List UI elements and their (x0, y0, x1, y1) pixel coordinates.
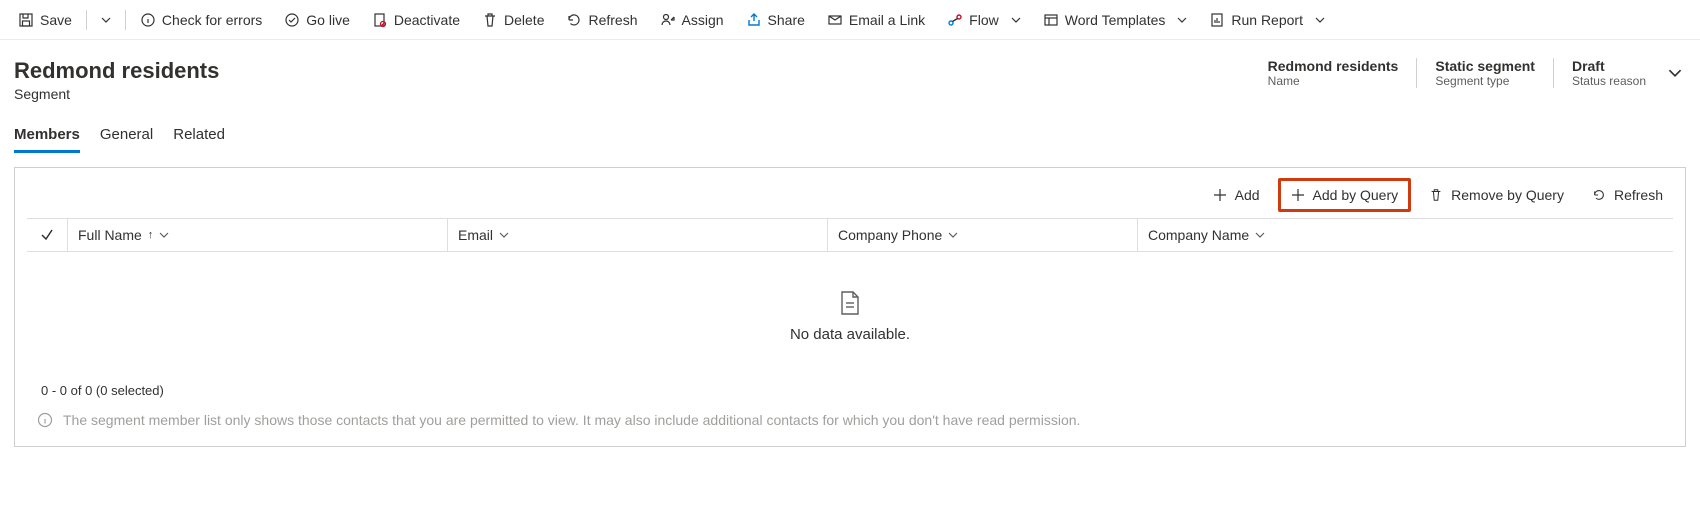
delete-button[interactable]: Delete (472, 4, 554, 36)
deactivate-label: Deactivate (394, 12, 460, 28)
flow-icon (947, 12, 963, 28)
row-count: 0 - 0 of 0 (0 selected) (15, 377, 1685, 404)
save-dropdown[interactable] (91, 4, 121, 36)
sort-asc-icon: ↑ (148, 229, 154, 241)
report-icon (1209, 12, 1225, 28)
info-text: The segment member list only shows those… (63, 412, 1080, 428)
save-icon (18, 12, 34, 28)
word-templates-button[interactable]: Word Templates (1033, 4, 1198, 36)
column-email-label: Email (458, 227, 493, 243)
deactivate-button[interactable]: Deactivate (362, 4, 470, 36)
header-name-label: Name (1268, 74, 1399, 88)
panel-toolbar: Add Add by Query Remove by Query Refresh (15, 168, 1685, 218)
tabs: Members General Related (0, 120, 1700, 153)
add-label: Add (1235, 187, 1260, 203)
column-company-name-label: Company Name (1148, 227, 1249, 243)
delete-icon (482, 12, 498, 28)
flow-label: Flow (969, 12, 999, 28)
header-field-type: Static segment Segment type (1416, 58, 1535, 88)
info-message: The segment member list only shows those… (15, 404, 1685, 446)
check-errors-button[interactable]: Check for errors (130, 4, 272, 36)
trash-icon (1429, 188, 1443, 202)
save-label: Save (40, 12, 72, 28)
document-icon (839, 290, 861, 316)
chevron-down-icon (948, 230, 958, 240)
column-company-name[interactable]: Company Name (1137, 219, 1467, 251)
members-panel: Add Add by Query Remove by Query Refresh… (14, 167, 1686, 447)
header-status-value: Draft (1572, 58, 1646, 74)
assign-label: Assign (682, 12, 724, 28)
select-all-checkbox[interactable] (27, 228, 67, 242)
entity-label: Segment (14, 86, 219, 102)
add-button[interactable]: Add (1203, 181, 1270, 209)
refresh-icon (566, 12, 582, 28)
email-icon (827, 12, 843, 28)
flow-button[interactable]: Flow (937, 4, 1031, 36)
assign-icon (660, 12, 676, 28)
delete-label: Delete (504, 12, 544, 28)
header-status-label: Status reason (1572, 74, 1646, 88)
grid-refresh-label: Refresh (1614, 187, 1663, 203)
grid-header: Full Name ↑ Email Company Phone Company … (27, 218, 1673, 252)
column-company-phone[interactable]: Company Phone (827, 219, 1137, 251)
header-type-value: Static segment (1435, 58, 1535, 74)
separator (86, 10, 87, 30)
header-fields: Redmond residents Name Static segment Se… (1268, 58, 1686, 88)
refresh-label: Refresh (588, 12, 637, 28)
tab-general[interactable]: General (100, 120, 153, 153)
remove-by-query-button[interactable]: Remove by Query (1419, 181, 1574, 209)
info-icon (140, 12, 156, 28)
chevron-down-icon (1177, 15, 1187, 25)
header-expand-button[interactable] (1664, 62, 1686, 84)
chevron-down-icon (1011, 15, 1021, 25)
column-email[interactable]: Email (447, 219, 827, 251)
chevron-down-icon (159, 230, 169, 240)
header-field-status: Draft Status reason (1553, 58, 1646, 88)
chevron-down-icon (1255, 230, 1265, 240)
info-icon (37, 412, 53, 428)
chevron-down-icon (1315, 15, 1325, 25)
grid-refresh-button[interactable]: Refresh (1582, 181, 1673, 209)
save-button[interactable]: Save (8, 4, 82, 36)
add-by-query-button[interactable]: Add by Query (1278, 178, 1412, 212)
column-full-name[interactable]: Full Name ↑ (67, 219, 447, 251)
email-link-label: Email a Link (849, 12, 925, 28)
page-title: Redmond residents (14, 58, 219, 84)
plus-icon (1213, 188, 1227, 202)
command-bar: Save Check for errors Go live Deactivate… (0, 0, 1700, 40)
word-templates-label: Word Templates (1065, 12, 1166, 28)
header-name-value: Redmond residents (1268, 58, 1399, 74)
chevron-down-icon (101, 15, 111, 25)
header-type-label: Segment type (1435, 74, 1535, 88)
column-company-phone-label: Company Phone (838, 227, 942, 243)
add-by-query-label: Add by Query (1313, 187, 1399, 203)
empty-state: No data available. (15, 252, 1685, 377)
check-errors-label: Check for errors (162, 12, 262, 28)
refresh-button[interactable]: Refresh (556, 4, 647, 36)
plus-icon (1291, 188, 1305, 202)
header-left: Redmond residents Segment (14, 58, 219, 102)
run-report-button[interactable]: Run Report (1199, 4, 1335, 36)
header-field-name: Redmond residents Name (1268, 58, 1399, 88)
separator (125, 10, 126, 30)
remove-by-query-label: Remove by Query (1451, 187, 1564, 203)
assign-button[interactable]: Assign (650, 4, 734, 36)
share-label: Share (768, 12, 805, 28)
share-button[interactable]: Share (736, 4, 815, 36)
empty-text: No data available. (790, 326, 910, 343)
refresh-icon (1592, 188, 1606, 202)
chevron-down-icon (499, 230, 509, 240)
go-live-label: Go live (306, 12, 350, 28)
share-icon (746, 12, 762, 28)
record-header: Redmond residents Segment Redmond reside… (0, 40, 1700, 110)
tab-members[interactable]: Members (14, 120, 80, 153)
go-live-button[interactable]: Go live (274, 4, 360, 36)
email-link-button[interactable]: Email a Link (817, 4, 935, 36)
deactivate-icon (372, 12, 388, 28)
run-report-label: Run Report (1231, 12, 1303, 28)
check-circle-icon (284, 12, 300, 28)
column-full-name-label: Full Name (78, 227, 142, 243)
tab-related[interactable]: Related (173, 120, 225, 153)
word-templates-icon (1043, 12, 1059, 28)
